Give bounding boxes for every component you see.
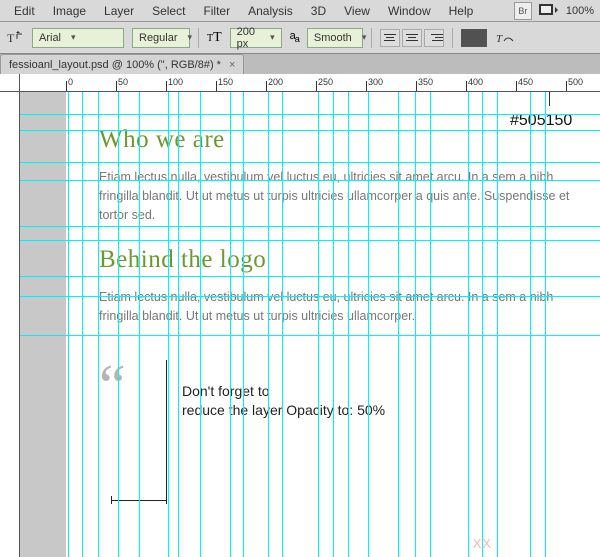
svg-text:T: T	[7, 31, 15, 45]
menu-edit[interactable]: Edit	[6, 2, 43, 20]
watermark-line: BBS.16XX.COM	[423, 536, 530, 551]
ruler-tick: 350	[418, 77, 433, 87]
align-left-button[interactable]	[380, 29, 400, 47]
menu-3d[interactable]: 3D	[303, 2, 334, 20]
ruler-origin[interactable]	[0, 74, 20, 92]
font-style-value: Regular	[139, 32, 178, 44]
ruler-horizontal[interactable]: 0 50 100 150 200 250 300 350 400 450 500	[20, 74, 600, 92]
guide-horizontal[interactable]	[20, 180, 600, 181]
font-size-icon: TT	[207, 30, 222, 46]
font-size-select[interactable]: 200 px ▾	[230, 28, 282, 48]
menu-image[interactable]: Image	[45, 2, 94, 20]
menu-bar: Edit Image Layer Select Filter Analysis …	[0, 0, 600, 22]
guide-horizontal[interactable]	[20, 296, 600, 297]
guide-horizontal[interactable]	[20, 162, 600, 163]
menu-layer[interactable]: Layer	[96, 2, 142, 20]
paragraph-2: Etiam lectus nulla, vestibulum vel luctu…	[99, 288, 580, 326]
ruler-tick: 300	[368, 77, 383, 87]
ruler-vertical[interactable]	[0, 92, 20, 557]
guide-horizontal[interactable]	[20, 276, 600, 277]
watermark: PS 教程论坛 BBS.16XX.COM	[423, 516, 530, 551]
watermark-line: PS 教程论坛	[423, 516, 530, 536]
bridge-icon[interactable]: Br	[514, 2, 532, 20]
font-size-value: 200 px	[237, 26, 260, 50]
ruler-tick: 150	[218, 77, 233, 87]
chevron-down-icon: ▾	[71, 32, 76, 43]
separator	[371, 28, 372, 48]
type-options-bar: T Arial ▾ Regular ▾ TT 200 px ▾ aa Smoot…	[0, 22, 600, 54]
annotation-text: reduce the layer Opacity to: 50%	[182, 401, 385, 420]
screen-mode-icon[interactable]	[538, 3, 560, 19]
font-family-select[interactable]: Arial ▾	[32, 28, 124, 48]
ruler-tick: 500	[568, 77, 583, 87]
warp-text-icon[interactable]: T	[495, 29, 515, 47]
close-icon[interactable]: ×	[229, 59, 235, 71]
antialias-icon: aa	[290, 30, 299, 44]
document-tab[interactable]: fessioanl_layout.psd @ 100% (", RGB/8#) …	[0, 54, 244, 74]
guide-horizontal[interactable]	[20, 114, 600, 115]
menu-window[interactable]: Window	[380, 2, 439, 20]
annotation-text: Don't forget to	[182, 382, 385, 401]
menu-filter[interactable]: Filter	[195, 2, 238, 20]
chevron-down-icon: ▾	[362, 32, 367, 43]
opacity-annotation: Don't forget to reduce the layer Opacity…	[182, 382, 385, 420]
menu-help[interactable]: Help	[441, 2, 482, 20]
annotation-line	[111, 496, 112, 504]
zoom-display: 100%	[566, 5, 594, 17]
chevron-down-icon: ▾	[270, 32, 275, 43]
font-family-value: Arial	[39, 32, 61, 44]
annotation-line	[166, 360, 167, 500]
ruler-tick: 250	[318, 77, 333, 87]
annotation-line	[549, 92, 550, 106]
font-style-select[interactable]: Regular ▾	[132, 28, 190, 48]
menu-view[interactable]: View	[336, 2, 378, 20]
ruler-tick: 100	[168, 77, 183, 87]
canvas[interactable]: Who we are Etiam lectus nulla, vestibulu…	[20, 92, 600, 557]
heading-2: Behind the logo	[99, 246, 580, 274]
antialias-value: Smooth	[314, 32, 352, 44]
separator	[452, 28, 453, 48]
ruler-tick: 200	[268, 77, 283, 87]
canvas-area: 0 50 100 150 200 250 300 350 400 450 500…	[0, 74, 600, 557]
ruler-tick: 0	[68, 77, 73, 87]
align-center-button[interactable]	[402, 29, 422, 47]
separator	[198, 28, 199, 48]
ruler-tick: 450	[518, 77, 533, 87]
guide-horizontal[interactable]	[20, 335, 600, 336]
document-tab-title: fessioanl_layout.psd @ 100% (", RGB/8#) …	[9, 59, 221, 71]
text-color-swatch[interactable]	[461, 29, 487, 47]
antialias-select[interactable]: Smooth ▾	[307, 28, 363, 48]
text-orientation-icon[interactable]: T	[6, 29, 24, 47]
document-tab-bar: fessioanl_layout.psd @ 100% (", RGB/8#) …	[0, 54, 600, 74]
paragraph-1: Etiam lectus nulla, vestibulum vel luctu…	[99, 168, 580, 224]
align-group	[380, 29, 444, 47]
annotation-line	[166, 496, 167, 504]
guide-horizontal[interactable]	[20, 240, 600, 241]
guide-horizontal[interactable]	[20, 226, 600, 227]
svg-text:T: T	[496, 33, 503, 45]
align-right-button[interactable]	[424, 29, 444, 47]
chevron-down-icon: ▾	[188, 32, 193, 43]
ruler-tick: 400	[468, 77, 483, 87]
ruler-tick: 50	[118, 77, 128, 87]
menu-select[interactable]: Select	[144, 2, 193, 20]
menu-analysis[interactable]: Analysis	[240, 2, 301, 20]
guide-horizontal[interactable]	[20, 130, 600, 131]
